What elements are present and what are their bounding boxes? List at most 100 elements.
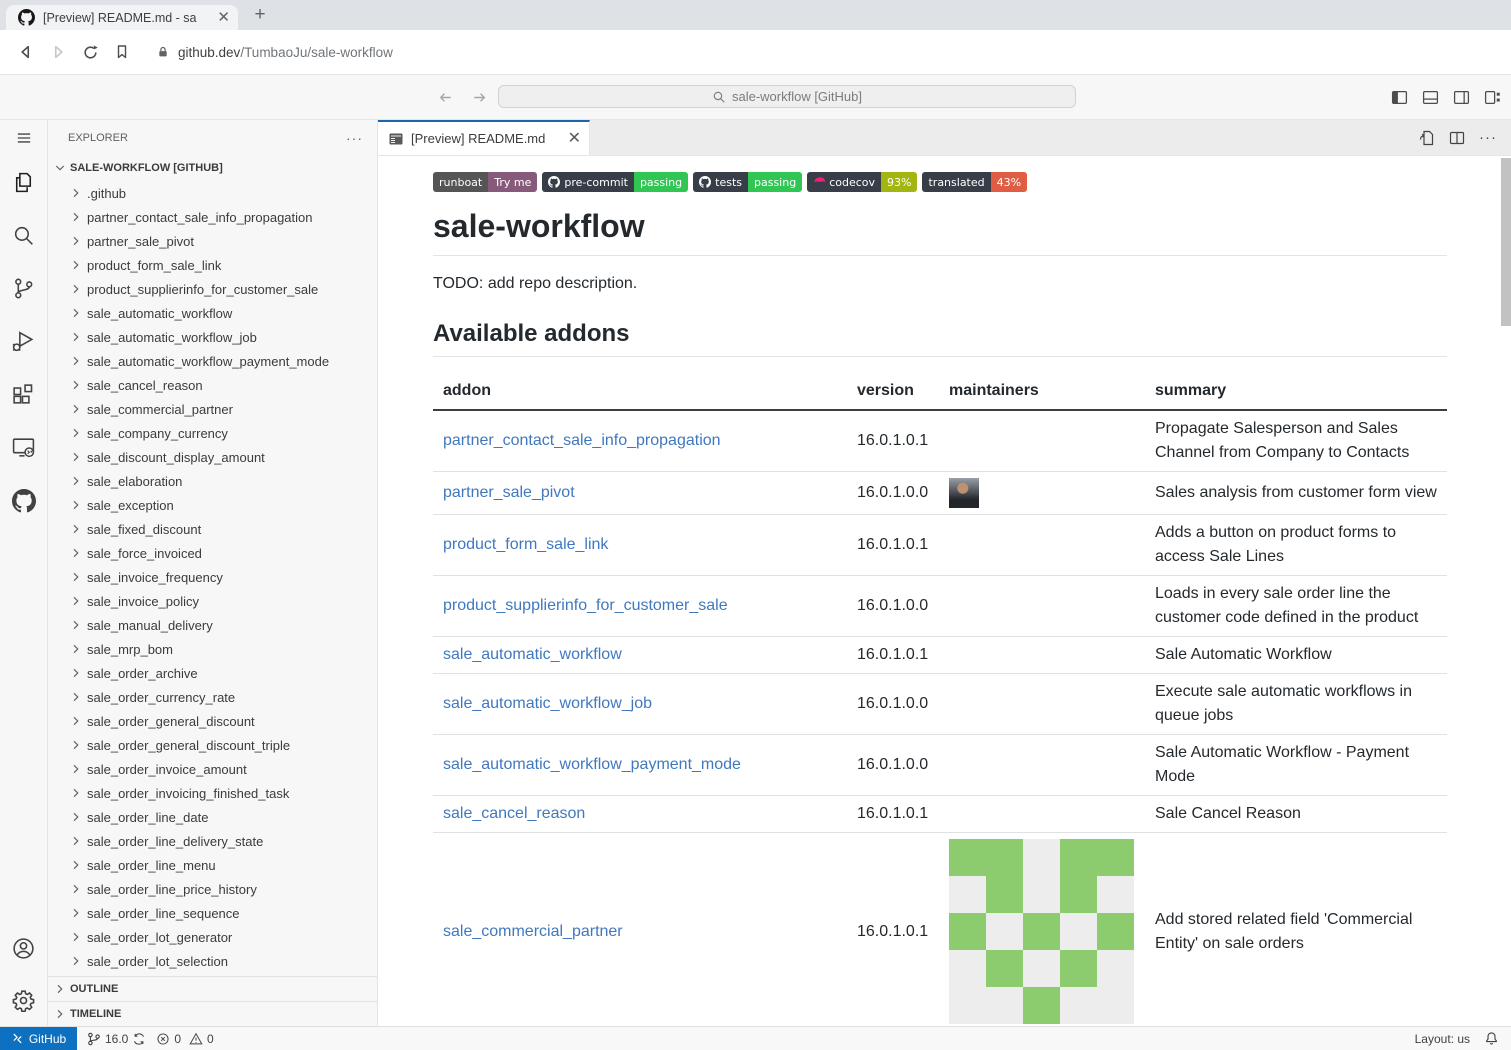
chevron-right-icon [68, 593, 84, 609]
addon-link[interactable]: partner_contact_sale_info_propagation [443, 432, 721, 449]
editor-more-actions[interactable]: ··· [1479, 129, 1497, 146]
tree-item-sale_mrp_bom[interactable]: sale_mrp_bom [48, 637, 377, 661]
tree-item-sale_fixed_discount[interactable]: sale_fixed_discount [48, 517, 377, 541]
forward-icon[interactable] [42, 36, 74, 68]
tree-item-sale_automatic_workflow_payment_mode[interactable]: sale_automatic_workflow_payment_mode [48, 349, 377, 373]
run-debug-icon[interactable] [0, 315, 48, 368]
customize-layout-icon[interactable] [1484, 89, 1501, 106]
tree-item-sale_manual_delivery[interactable]: sale_manual_delivery [48, 613, 377, 637]
back-icon[interactable] [10, 36, 42, 68]
sidebar-more-actions[interactable]: ··· [346, 130, 363, 146]
notifications-bell-icon[interactable] [1484, 1031, 1499, 1046]
tab-close-icon[interactable]: ✕ [217, 10, 230, 25]
history-back-icon[interactable] [437, 89, 454, 106]
tree-item-partner_contact_sale_info_propagation[interactable]: partner_contact_sale_info_propagation [48, 205, 377, 229]
tree-item-sale_elaboration[interactable]: sale_elaboration [48, 469, 377, 493]
tree-item-sale_order_archive[interactable]: sale_order_archive [48, 661, 377, 685]
tree-item-sale_automatic_workflow[interactable]: sale_automatic_workflow [48, 301, 377, 325]
badge-label: tests [693, 172, 748, 192]
settings-gear-icon[interactable] [0, 974, 48, 1026]
badge-translated[interactable]: translated43% [922, 172, 1027, 192]
tree-item-sale_order_general_discount_triple[interactable]: sale_order_general_discount_triple [48, 733, 377, 757]
bookmark-icon[interactable] [106, 36, 138, 68]
toggle-sidebar-icon[interactable] [1391, 89, 1408, 106]
url-bar[interactable]: github.dev/TumbaoJu/sale-workflow [178, 45, 393, 60]
addon-link[interactable]: sale_automatic_workflow [443, 646, 622, 663]
maintainer-avatar[interactable] [949, 478, 979, 508]
addon-link[interactable]: sale_commercial_partner [443, 923, 623, 940]
addon-maintainers [939, 833, 1145, 1027]
tree-item-sale_exception[interactable]: sale_exception [48, 493, 377, 517]
tree-item-sale_order_line_sequence[interactable]: sale_order_line_sequence [48, 901, 377, 925]
open-source-file-icon[interactable] [1419, 130, 1435, 146]
tree-item-product_form_sale_link[interactable]: product_form_sale_link [48, 253, 377, 277]
tree-item-sale_order_general_discount[interactable]: sale_order_general_discount [48, 709, 377, 733]
outline-section[interactable]: OUTLINE [48, 976, 377, 1001]
maintainer-identicon[interactable] [949, 839, 1134, 1024]
badge-tests[interactable]: testspassing [693, 172, 802, 192]
tree-item-sale_order_invoice_amount[interactable]: sale_order_invoice_amount [48, 757, 377, 781]
history-forward-icon[interactable] [471, 89, 488, 106]
tree-item-sale_automatic_workflow_job[interactable]: sale_automatic_workflow_job [48, 325, 377, 349]
tree-item-sale_order_invoicing_finished_task[interactable]: sale_order_invoicing_finished_task [48, 781, 377, 805]
tree-item-sale_order_line_date[interactable]: sale_order_line_date [48, 805, 377, 829]
extensions-icon[interactable] [0, 368, 48, 421]
badge-pre-commit[interactable]: pre-commitpassing [542, 172, 688, 192]
tree-item-label: sale_order_general_discount_triple [87, 738, 290, 753]
tree-item-sale_order_lot_selection[interactable]: sale_order_lot_selection [48, 949, 377, 973]
menu-icon[interactable] [15, 120, 33, 156]
sidebar-title: EXPLORER [68, 132, 128, 144]
branch-indicator[interactable]: 16.0 [87, 1032, 146, 1046]
search-sidebar-icon[interactable] [0, 209, 48, 262]
github-sidebar-icon[interactable] [0, 474, 48, 527]
account-icon[interactable] [0, 922, 48, 974]
tree-item-product_supplierinfo_for_customer_sale[interactable]: product_supplierinfo_for_customer_sale [48, 277, 377, 301]
editor-tab-readme-preview[interactable]: [Preview] README.md ✕ [378, 120, 590, 155]
command-center-search[interactable]: sale-workflow [GitHub] [498, 85, 1076, 108]
explorer-icon[interactable] [0, 156, 48, 209]
remote-explorer-icon[interactable] [0, 421, 48, 474]
addon-link[interactable]: product_form_sale_link [443, 536, 608, 553]
tree-item-sale_order_line_delivery_state[interactable]: sale_order_line_delivery_state [48, 829, 377, 853]
tree-item-sale_cancel_reason[interactable]: sale_cancel_reason [48, 373, 377, 397]
tree-item-sale_order_lot_generator[interactable]: sale_order_lot_generator [48, 925, 377, 949]
layout-indicator[interactable]: Layout: us [1415, 1032, 1470, 1046]
timeline-section[interactable]: TIMELINE [48, 1001, 377, 1026]
source-control-icon[interactable] [0, 262, 48, 315]
toggle-panel-icon[interactable] [1422, 89, 1439, 106]
tree-item-sale_order_currency_rate[interactable]: sale_order_currency_rate [48, 685, 377, 709]
badge-codecov[interactable]: codecov93% [807, 172, 917, 192]
badge-value: passing [634, 172, 688, 192]
browser-tab[interactable]: [Preview] README.md - sa ✕ [6, 5, 238, 30]
split-editor-icon[interactable] [1449, 130, 1465, 146]
tree-item-sale_discount_display_amount[interactable]: sale_discount_display_amount [48, 445, 377, 469]
repo-description: TODO: add repo description. [433, 272, 1447, 296]
tree-item-partner_sale_pivot[interactable]: partner_sale_pivot [48, 229, 377, 253]
addon-link[interactable]: sale_automatic_workflow_payment_mode [443, 756, 741, 773]
editor-tab-close-icon[interactable]: ✕ [568, 131, 581, 147]
editor-scrollbar[interactable] [1501, 158, 1511, 326]
tree-root-folder[interactable]: SALE-WORKFLOW [GITHUB] [48, 155, 377, 181]
lock-icon[interactable] [156, 45, 170, 59]
tree-item-sale_commercial_partner[interactable]: sale_commercial_partner [48, 397, 377, 421]
col-header-summary: summary [1145, 373, 1447, 410]
addon-link[interactable]: sale_automatic_workflow_job [443, 695, 652, 712]
addon-link[interactable]: product_supplierinfo_for_customer_sale [443, 597, 728, 614]
toggle-secondary-sidebar-icon[interactable] [1453, 89, 1470, 106]
addon-link[interactable]: sale_cancel_reason [443, 805, 585, 822]
tree-item-sale_invoice_policy[interactable]: sale_invoice_policy [48, 589, 377, 613]
addon-maintainers [939, 515, 1145, 576]
remote-badge[interactable]: GitHub [0, 1027, 77, 1050]
tree-item-sale_force_invoiced[interactable]: sale_force_invoiced [48, 541, 377, 565]
badge-runboat[interactable]: runboatTry me [433, 172, 537, 192]
tree-item-sale_order_line_menu[interactable]: sale_order_line_menu [48, 853, 377, 877]
tree-item-sale_invoice_frequency[interactable]: sale_invoice_frequency [48, 565, 377, 589]
addon-link[interactable]: partner_sale_pivot [443, 484, 575, 501]
tree-item-sale_company_currency[interactable]: sale_company_currency [48, 421, 377, 445]
reload-icon[interactable] [74, 36, 106, 68]
badge-label: codecov [807, 172, 881, 192]
tree-item-.github[interactable]: .github [48, 181, 377, 205]
tree-item-sale_order_line_price_history[interactable]: sale_order_line_price_history [48, 877, 377, 901]
problems-indicator[interactable]: 0 0 [156, 1032, 213, 1046]
new-tab-button[interactable]: + [248, 3, 272, 27]
